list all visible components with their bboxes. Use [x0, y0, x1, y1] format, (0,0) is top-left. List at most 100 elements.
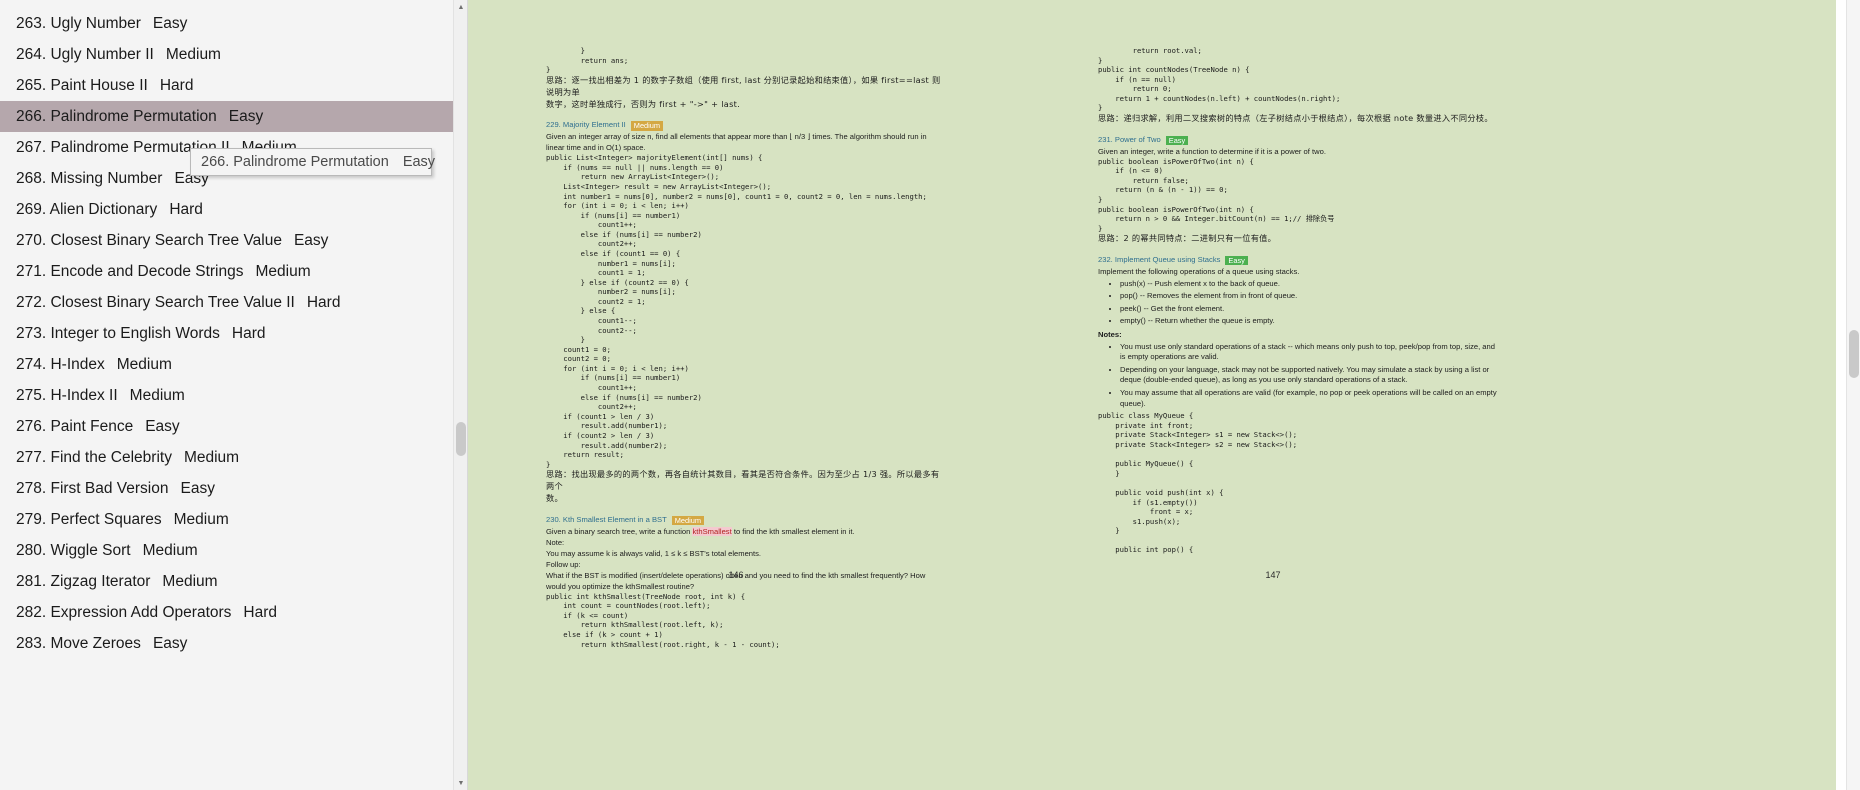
tooltip-difficulty: Easy: [402, 154, 436, 170]
list-item[interactable]: 283. Move Zeroes Easy: [0, 628, 467, 659]
list-item-difficulty: Easy: [180, 480, 215, 497]
list-item-difficulty: Medium: [165, 46, 221, 63]
viewer-scrollbar[interactable]: [1846, 0, 1860, 790]
list-item[interactable]: 263. Ugly Number Easy: [0, 8, 467, 39]
left-note-1: 思路：逐一找出相差为 1 的数字子数组（使用 first, last 分别记录起…: [546, 74, 941, 97]
section-heading-229: 229. Majority Element II Medium: [546, 120, 946, 131]
list-item-difficulty: Easy: [228, 108, 264, 125]
list-item[interactable]: 272. Closest Binary Search Tree Value II…: [0, 287, 467, 318]
list-item-title: 271. Encode and Decode Strings: [16, 263, 244, 280]
page-number-left: 146: [728, 570, 744, 580]
queue-operation-item: pop() -- Removes the element from in fro…: [1120, 291, 1498, 302]
sidebar-scrollbar[interactable]: ▲ ▼: [453, 0, 467, 790]
list-item-difficulty: Medium: [142, 542, 198, 559]
list-item-title: 279. Perfect Squares: [16, 511, 162, 528]
list-item-title: 265. Paint House II: [16, 77, 148, 94]
document-viewer[interactable]: } return ans; } 思路：逐一找出相差为 1 的数字子数组（使用 f…: [468, 0, 1860, 790]
problem-tooltip: 266. Palindrome Permutation Easy: [190, 148, 436, 176]
list-item-title: 269. Alien Dictionary: [16, 201, 158, 218]
note-item: You must use only standard operations of…: [1120, 342, 1498, 364]
list-item[interactable]: 282. Expression Add Operators Hard: [0, 597, 467, 628]
list-item[interactable]: 274. H-Index Medium: [0, 349, 467, 380]
section-229-title: 229. Majority Element II: [546, 120, 626, 130]
section-230-desc-post: to find the kth smallest element in it.: [731, 526, 855, 536]
list-item-difficulty: Hard: [159, 77, 194, 94]
left-tail-code: } return ans; }: [546, 46, 629, 75]
list-item-difficulty: Hard: [169, 201, 203, 218]
scroll-up-arrow-icon[interactable]: ▲: [454, 0, 467, 14]
section-232-notes: You must use only standard operations of…: [1098, 342, 1498, 410]
right-countnodes-code: public int countNodes(TreeNode n) { if (…: [1098, 65, 1341, 113]
list-item[interactable]: 266. Palindrome Permutation Easy: [0, 101, 467, 132]
list-item-title: 280. Wiggle Sort: [16, 542, 131, 559]
list-item[interactable]: 275. H-Index II Medium: [0, 380, 467, 411]
note-item: You may assume that all operations are v…: [1120, 388, 1498, 410]
list-item-title: 281. Zigzag Iterator: [16, 573, 151, 590]
list-item-difficulty: Hard: [243, 604, 278, 621]
list-item-difficulty: Easy: [145, 418, 180, 435]
section-232-notes-label: Notes:: [1098, 329, 1122, 339]
list-item-difficulty: Medium: [183, 449, 240, 466]
note-item: Depending on your language, stack may no…: [1120, 365, 1498, 387]
problem-list-sidebar: 263. Ugly Number Easy 264. Ugly Number II M…: [0, 0, 468, 790]
page-number-right: 147: [1265, 570, 1281, 580]
list-item[interactable]: 276. Paint Fence Easy: [0, 411, 467, 442]
list-item[interactable]: 277. Find the Celebrity Medium: [0, 442, 467, 473]
left-note-1b: 数字，这时单独成行，否则为 first + "->" + last.: [546, 98, 741, 109]
list-item[interactable]: 269. Alien Dictionary Hard: [0, 194, 467, 225]
list-item-difficulty: Medium: [129, 387, 185, 404]
list-item[interactable]: 264. Ugly Number II Medium: [0, 39, 467, 70]
list-item[interactable]: 281. Zigzag Iterator Medium: [0, 566, 467, 597]
section-230-desc-pre: Given a binary search tree, write a func…: [546, 526, 693, 536]
list-item-difficulty: Medium: [173, 511, 229, 528]
sidebar-scrollbar-thumb[interactable]: [456, 422, 466, 456]
list-item-difficulty: Easy: [152, 635, 188, 652]
list-item-difficulty: Easy: [293, 232, 329, 249]
list-item[interactable]: 280. Wiggle Sort Medium: [0, 535, 467, 566]
section-232-badge: Easy: [1225, 255, 1248, 266]
list-item-title: 270. Closest Binary Search Tree Value: [16, 232, 282, 249]
queue-operation-item: empty() -- Return whether the queue is e…: [1120, 316, 1498, 327]
viewer-scrollbar-thumb[interactable]: [1849, 330, 1859, 378]
list-item-title: 264. Ugly Number II: [16, 46, 154, 63]
list-item[interactable]: 279. Perfect Squares Medium: [0, 504, 467, 535]
section-229-badge: Medium: [630, 120, 664, 131]
list-item-difficulty: Medium: [255, 263, 311, 280]
section-231-title: 231. Power of Two: [1098, 134, 1161, 144]
section-230-followup-label: Follow up:: [546, 559, 581, 569]
section-232-code: public class MyQueue { private int front…: [1098, 411, 1298, 555]
list-item-title: 275. H-Index II: [16, 387, 118, 404]
list-item-difficulty: Easy: [152, 15, 188, 32]
problem-list[interactable]: 263. Ugly Number Easy 264. Ugly Number II M…: [0, 0, 467, 659]
queue-operation-item: peek() -- Get the front element.: [1120, 304, 1498, 315]
section-230-code: public int kthSmallest(TreeNode root, in…: [546, 591, 780, 649]
section-231-desc-1: Given an integer, write a function to de…: [1098, 146, 1326, 156]
section-229-note-b: 数。: [546, 493, 563, 504]
section-231-badge: Easy: [1165, 135, 1189, 146]
list-item-title: 268. Missing Number: [16, 170, 163, 187]
list-item-title: 276. Paint Fence: [16, 418, 134, 435]
section-229-desc-1: Given an integer array of size n, find a…: [546, 132, 927, 142]
section-232-desc-1: Implement the following operations of a …: [1098, 267, 1300, 277]
list-item-difficulty: Hard: [306, 294, 341, 311]
section-230-title: 230. Kth Smallest Element in a BST: [546, 514, 667, 524]
list-item-title: 274. H-Index: [16, 356, 105, 373]
list-item-difficulty: Medium: [162, 573, 218, 590]
queue-operation-item: push(x) -- Push element x to the back of…: [1120, 279, 1498, 290]
right-note-1: 思路：递归求解，利用二叉搜索树的特点（左子树结点小于根结点），每次根据 note…: [1098, 113, 1493, 124]
list-item[interactable]: 271. Encode and Decode Strings Medium: [0, 256, 467, 287]
list-item[interactable]: 265. Paint House II Hard: [0, 70, 467, 101]
list-item-difficulty: Medium: [116, 356, 172, 373]
section-232-operations: push(x) -- Push element x to the back of…: [1098, 279, 1498, 327]
list-item-difficulty: Hard: [231, 325, 266, 342]
list-item[interactable]: 273. Integer to English Words Hard: [0, 318, 467, 349]
list-item-title: 278. First Bad Version: [16, 480, 169, 497]
section-229-note: 思路：找出现最多的的两个数，再各自统计其数目，看其是否符合条件。因为至少占 1/…: [546, 469, 940, 492]
list-item[interactable]: 278. First Bad Version Easy: [0, 473, 467, 504]
list-item-title: 272. Closest Binary Search Tree Value II: [16, 294, 295, 311]
section-230-note-text: You may assume k is always valid, 1 ≤ k …: [546, 548, 762, 558]
page-left-column: } return ans; } 思路：逐一找出相差为 1 的数字子数组（使用 f…: [546, 46, 946, 649]
list-item-title: 277. Find the Celebrity: [16, 449, 172, 466]
scroll-down-arrow-icon[interactable]: ▼: [454, 776, 467, 790]
list-item[interactable]: 270. Closest Binary Search Tree Value Eas…: [0, 225, 467, 256]
